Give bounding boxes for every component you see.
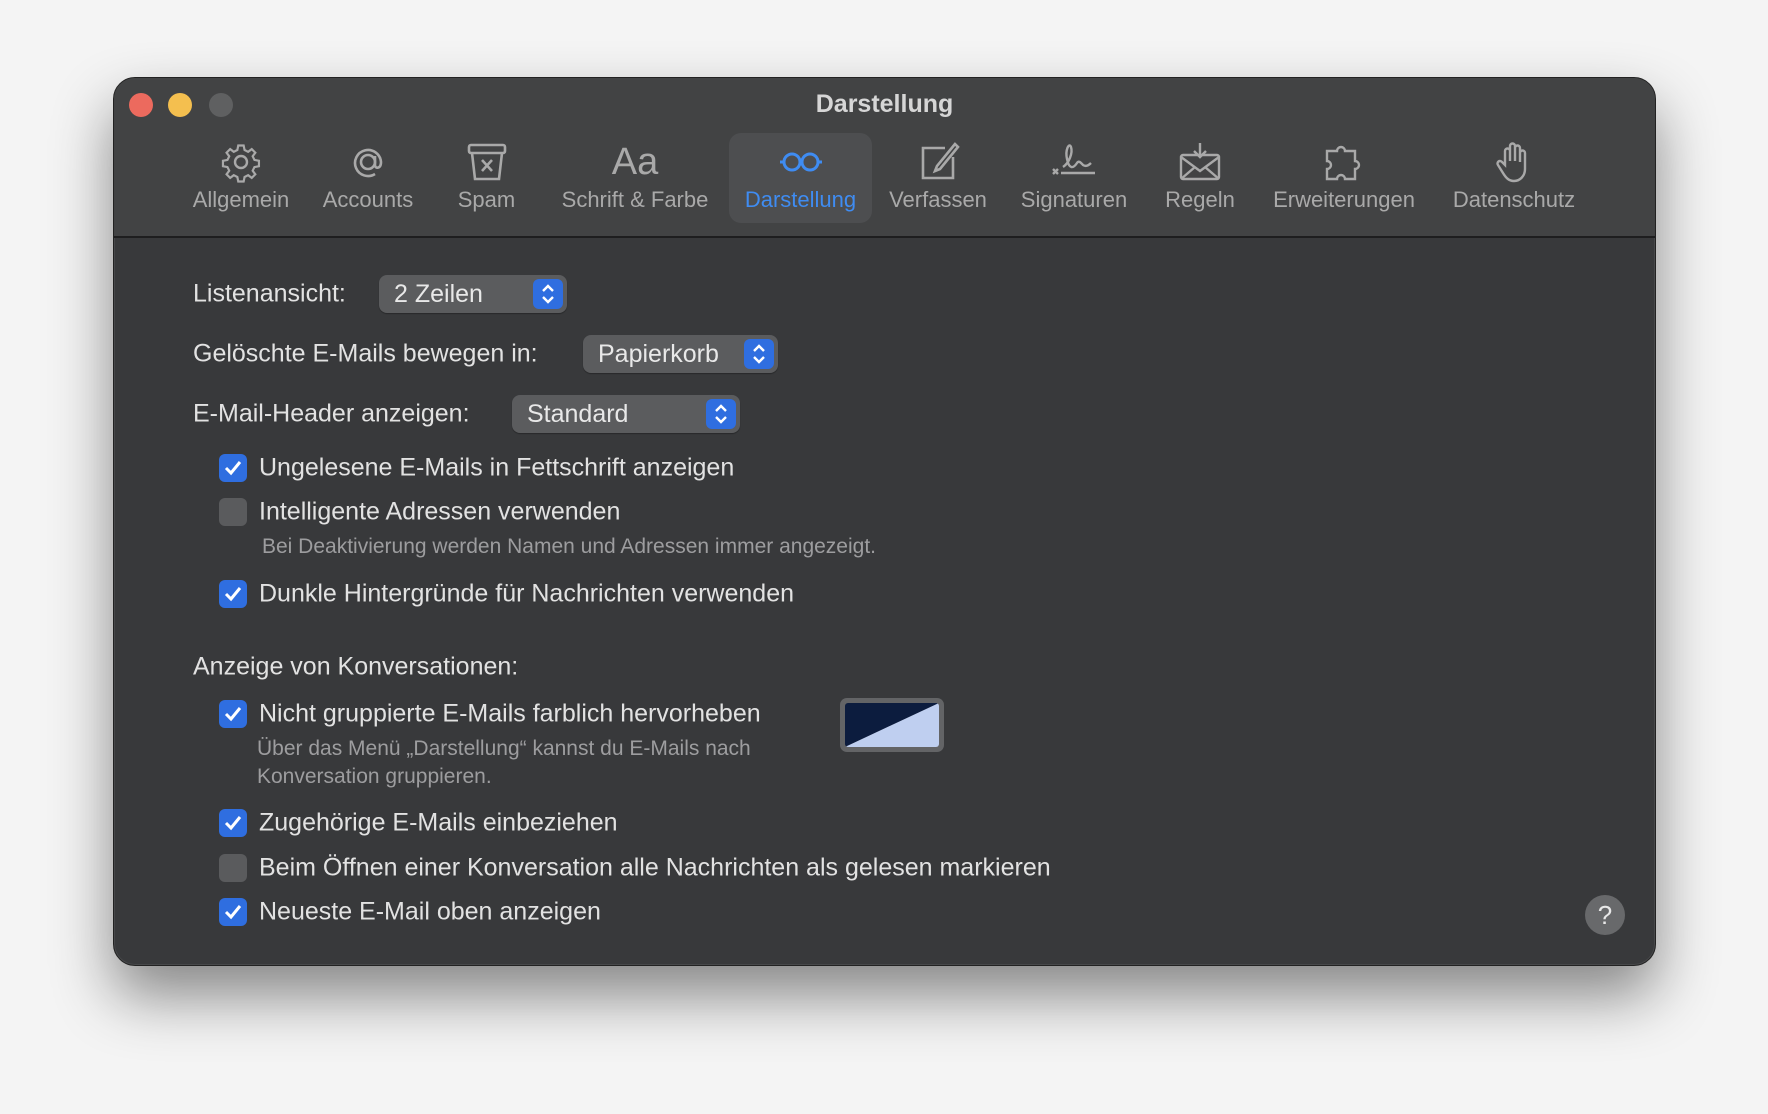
glasses-icon — [779, 152, 822, 172]
unread-bold-label: Ungelesene E-Mails in Fettschrift anzeig… — [259, 453, 735, 482]
tab-label: Schrift & Farbe — [561, 187, 709, 212]
chevron-updown-icon — [533, 279, 563, 309]
tab-datenschutz[interactable]: Datenschutz — [1444, 133, 1584, 223]
tab-regeln[interactable]: Regeln — [1154, 133, 1246, 223]
smart-addresses-checkbox[interactable] — [219, 498, 247, 526]
checkmark-icon — [224, 707, 242, 722]
help-button[interactable]: ? — [1585, 895, 1625, 935]
related-emails-label: Zugehörige E-Mails einbeziehen — [259, 808, 618, 837]
checkmark-icon — [224, 587, 242, 602]
preferences-window: Darstellung Allgemein Accounts Spam Aa S… — [113, 77, 1656, 966]
toolbar: Darstellung Allgemein Accounts Spam Aa S… — [114, 78, 1655, 238]
at-icon — [353, 148, 383, 178]
mark-read-checkbox[interactable] — [219, 854, 247, 882]
font-icon: Aa — [611, 141, 659, 183]
dark-background-label: Dunkle Hintergründe für Nachrichten verw… — [259, 579, 795, 608]
chevron-updown-icon — [744, 339, 774, 369]
chevron-updown-icon — [706, 399, 736, 429]
list-view-label: Listenansicht: — [193, 279, 346, 308]
tab-accounts[interactable]: Accounts — [312, 133, 424, 223]
mark-read-label: Beim Öffnen einer Konversation alle Nach… — [259, 853, 1051, 882]
newest-top-checkbox[interactable] — [219, 898, 247, 926]
highlight-hint-line2: Konversation gruppieren. — [257, 765, 492, 788]
rules-envelope-icon — [1179, 143, 1221, 181]
highlight-checkbox[interactable] — [219, 700, 247, 728]
tab-label: Spam — [457, 187, 516, 212]
smart-addresses-label: Intelligente Adressen verwenden — [259, 497, 621, 526]
tab-label: Datenschutz — [1452, 187, 1576, 212]
move-deleted-label: Gelöschte E-Mails bewegen in: — [193, 339, 538, 368]
color-swatch — [845, 703, 939, 747]
smart-addresses-hint: Bei Deaktivierung werden Namen und Adres… — [262, 535, 876, 558]
select-value: Standard — [527, 400, 629, 428]
header-select[interactable]: Standard — [512, 395, 740, 433]
tab-label: Signaturen — [1020, 187, 1128, 212]
conversations-heading: Anzeige von Konversationen: — [193, 652, 519, 681]
tab-label: Accounts — [322, 187, 414, 212]
checkmark-icon — [224, 461, 242, 476]
header-label: E-Mail-Header anzeigen: — [193, 399, 470, 428]
related-emails-checkbox[interactable] — [219, 809, 247, 837]
newest-top-label: Neueste E-Mail oben anzeigen — [259, 897, 601, 926]
select-value: Papierkorb — [598, 340, 719, 368]
tab-verfassen[interactable]: Verfassen — [884, 133, 992, 223]
window-title: Darstellung — [815, 90, 954, 118]
select-value: 2 Zeilen — [394, 280, 483, 308]
highlight-color-well[interactable] — [840, 698, 944, 752]
compose-icon — [921, 142, 960, 180]
highlight-hint-line1: Über das Menü „Darstellung“ kannst du E-… — [257, 737, 751, 760]
dark-background-checkbox[interactable] — [219, 580, 247, 608]
tab-spam[interactable]: Spam — [439, 133, 534, 223]
puzzle-icon — [1325, 145, 1361, 181]
checkmark-icon — [224, 816, 242, 831]
tab-erweiterungen[interactable]: Erweiterungen — [1264, 133, 1424, 223]
tab-label: Allgemein — [192, 187, 290, 212]
tab-signaturen[interactable]: Signaturen — [1007, 133, 1141, 223]
tab-schrift-farbe[interactable]: Aa Schrift & Farbe — [554, 133, 716, 223]
signature-icon — [1052, 144, 1095, 175]
hand-icon — [1496, 142, 1527, 183]
tab-label: Darstellung — [744, 187, 857, 212]
highlight-label: Nicht gruppierte E-Mails farblich hervor… — [259, 699, 761, 728]
tab-darstellung[interactable]: Darstellung — [729, 133, 872, 223]
tab-label: Regeln — [1165, 187, 1235, 212]
checkmark-icon — [224, 905, 242, 920]
move-deleted-select[interactable]: Papierkorb — [583, 335, 778, 373]
unread-bold-checkbox[interactable] — [219, 454, 247, 482]
tab-label: Erweiterungen — [1273, 187, 1415, 212]
junk-bin-icon — [467, 143, 506, 181]
list-view-select[interactable]: 2 Zeilen — [379, 275, 567, 313]
gear-icon — [221, 144, 261, 183]
tab-label: Verfassen — [889, 187, 987, 212]
tab-allgemein[interactable]: Allgemein — [181, 133, 301, 223]
